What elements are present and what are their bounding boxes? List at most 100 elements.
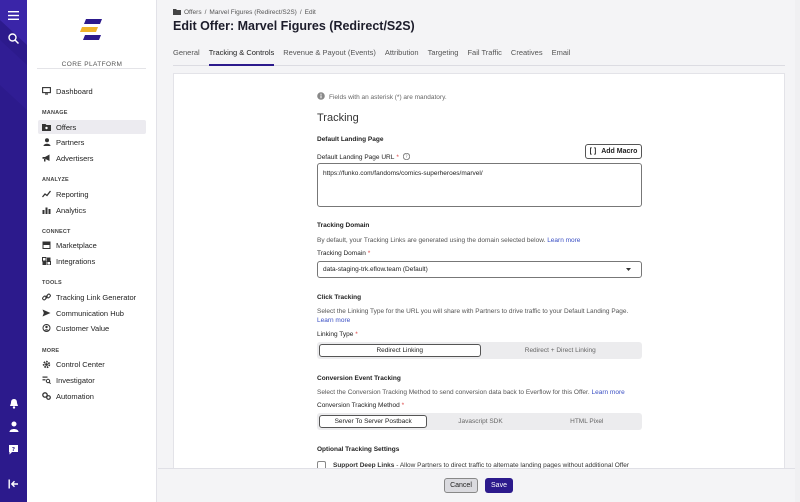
tracking-heading: Tracking [317, 112, 359, 124]
conversion-method-toggle: Server To Server Postback Javascript SDK… [317, 413, 642, 430]
click-tracking-title: Click Tracking [317, 294, 362, 301]
tracking-domain-value: data-staging-trk.eflow.team (Default) [323, 266, 428, 273]
menu-icon[interactable] [6, 8, 21, 23]
cogs-icon [42, 392, 51, 401]
section-analyze: ANALYZE [42, 177, 69, 183]
scrollbar[interactable] [795, 0, 800, 502]
tracking-domain-label-text: Tracking Domain [317, 250, 366, 257]
tracking-domain-desc-text: By default, your Tracking Links are gene… [317, 237, 546, 244]
page-title: Edit Offer: Marvel Figures (Redirect/S2S… [173, 19, 415, 33]
conversion-method-label-text: Conversion Tracking Method [317, 402, 400, 409]
sidebar-item-label: Partners [56, 137, 85, 147]
save-button[interactable]: Save [485, 478, 513, 493]
tab-general[interactable]: General [173, 44, 200, 66]
info-icon [317, 92, 325, 102]
sidebar-item-offers[interactable]: Offers [38, 120, 146, 134]
tab-creatives[interactable]: Creatives [511, 44, 543, 66]
sidebar-item-label: Tracking Link Generator [56, 292, 137, 302]
caret-down-icon [626, 266, 631, 273]
cancel-button[interactable]: Cancel [444, 478, 478, 493]
breadcrumb-separator: / [204, 9, 207, 16]
sidebar-item-analytics[interactable]: Analytics [38, 203, 146, 217]
sidebar-item-label: Communication Hub [56, 308, 124, 318]
breadcrumb-offers-link[interactable]: Offers [184, 9, 202, 16]
help-chat-icon[interactable]: ? [6, 442, 21, 457]
sidebar-item-customer-value[interactable]: Customer Value [38, 321, 146, 335]
option-html-pixel[interactable]: HTML Pixel [534, 415, 640, 428]
platform-label: CORE PLATFORM [61, 61, 123, 68]
sidebar-item-partners[interactable]: Partners [38, 135, 146, 149]
landing-url-label-text: Default Landing Page URL [317, 154, 395, 161]
tab-tracking-controls[interactable]: Tracking & Controls [208, 44, 275, 66]
default-landing-title: Default Landing Page [317, 136, 384, 143]
sidebar-item-label: Customer Value [56, 323, 110, 333]
tab-attribution[interactable]: Attribution [385, 44, 419, 66]
section-connect: CONNECT [42, 229, 71, 235]
svg-text:?: ? [12, 447, 15, 453]
add-macro-label: Add Macro [601, 148, 638, 155]
sidebar-item-label: Investigator [56, 375, 95, 385]
landing-url-input[interactable]: https://funko.com/fandoms/comics-superhe… [317, 163, 642, 207]
form-footer [158, 468, 800, 502]
store-icon [42, 241, 51, 250]
sidebar-item-label: Offers [56, 122, 77, 132]
tab-revenue-payout[interactable]: Revenue & Payout (Events) [283, 44, 376, 66]
puzzle-icon [42, 257, 51, 266]
required-star: * [396, 154, 399, 161]
sidebar-item-control-center[interactable]: Control Center [38, 357, 146, 371]
sidebar-item-advertisers[interactable]: Advertisers [38, 151, 146, 165]
sidebar-item-label: Automation [56, 391, 94, 401]
divider [37, 68, 146, 69]
conversion-desc-text: Select the Conversion Tracking Method to… [317, 389, 590, 396]
sidebar-item-reporting[interactable]: Reporting [38, 187, 146, 201]
sidebar-item-dashboard[interactable]: Dashboard [38, 84, 146, 98]
conversion-title: Conversion Event Tracking [317, 375, 401, 382]
bar-chart-icon [42, 206, 51, 215]
tab-targeting[interactable]: Targeting [428, 44, 459, 66]
user-icon[interactable] [6, 419, 21, 434]
tracking-domain-select[interactable]: data-staging-trk.eflow.team (Default) [317, 261, 642, 278]
click-tracking-desc: Select the Linking Type for the URL you … [317, 307, 637, 325]
add-macro-button[interactable]: [ ] Add Macro [585, 144, 642, 159]
section-tools: TOOLS [42, 280, 62, 286]
tab-email[interactable]: Email [552, 44, 571, 66]
breadcrumb-offer-link[interactable]: Marvel Figures (Redirect/S2S) [209, 9, 296, 16]
sidebar-item-label: Integrations [56, 256, 96, 266]
option-redirect-direct-linking[interactable]: Redirect + Direct Linking [481, 344, 641, 357]
megaphone-icon [42, 154, 51, 163]
required-star: * [401, 402, 405, 409]
brand-logo[interactable] [79, 18, 103, 44]
bell-icon[interactable] [6, 396, 21, 411]
sidebar-item-label: Analytics [56, 205, 87, 215]
linking-type-label-text: Linking Type [317, 331, 354, 338]
sidebar-item-integrations[interactable]: Integrations [38, 254, 146, 268]
linking-type-label: Linking Type * [317, 331, 358, 338]
breadcrumb: Offers / Marvel Figures (Redirect/S2S) /… [173, 8, 316, 17]
sidebar-item-communication-hub[interactable]: Communication Hub [38, 306, 146, 320]
learn-more-link[interactable]: Learn more [317, 317, 350, 324]
sidebar-item-label: Reporting [56, 189, 89, 199]
mandatory-note: Fields with an asterisk (*) are mandator… [317, 92, 447, 102]
sidebar-item-marketplace[interactable]: Marketplace [38, 238, 146, 252]
conversion-method-label: Conversion Tracking Method * [317, 402, 404, 409]
learn-more-link[interactable]: Learn more [591, 389, 624, 396]
tracking-domain-title: Tracking Domain [317, 222, 370, 229]
send-icon [42, 309, 51, 318]
offers-folder-icon [173, 8, 181, 17]
sidebar-item-tracking-link-generator[interactable]: Tracking Link Generator [38, 290, 146, 304]
sidebar-item-automation[interactable]: Automation [38, 389, 146, 403]
monitor-icon [42, 87, 51, 96]
sidebar: CORE PLATFORM Dashboard MANAGE Offers Pa… [27, 0, 157, 502]
option-javascript-sdk[interactable]: Javascript SDK [427, 415, 533, 428]
search-icon[interactable] [6, 31, 21, 46]
collapse-sidebar-icon[interactable] [6, 476, 21, 491]
learn-more-link[interactable]: Learn more [547, 237, 580, 244]
optional-settings-title: Optional Tracking Settings [317, 446, 400, 453]
option-redirect-linking[interactable]: Redirect Linking [319, 344, 481, 357]
tab-fail-traffic[interactable]: Fail Traffic [467, 44, 501, 66]
person-icon [42, 138, 51, 147]
help-icon[interactable]: ? [402, 152, 411, 162]
user-value-icon [42, 324, 51, 333]
sidebar-item-investigator[interactable]: Investigator [38, 373, 146, 387]
option-s2s-postback[interactable]: Server To Server Postback [319, 415, 428, 428]
